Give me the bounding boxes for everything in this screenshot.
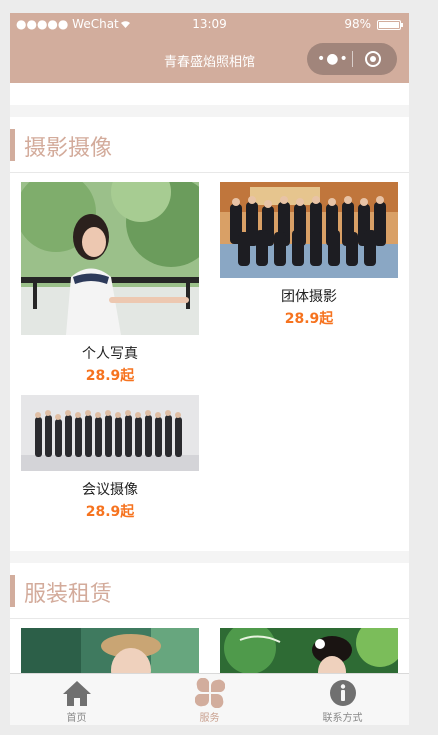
tab-home[interactable]: 首页 <box>10 674 143 725</box>
service-item-conference[interactable]: 会议摄像 28.9起 <box>21 395 199 521</box>
home-icon <box>63 681 91 706</box>
section-accent-bar <box>10 575 15 607</box>
status-bar: ●●●●● WeChat 13:09 98% <box>10 13 409 35</box>
gap-band <box>10 551 409 563</box>
clover-icon <box>195 678 225 708</box>
gap-band <box>10 105 409 117</box>
portrait-photo <box>21 182 199 335</box>
main-content: 摄影摄像 个人写真 28.9起 团体摄影 28.9起 会议摄像 28.9起 服装… <box>10 83 409 673</box>
section-header-photography: 摄影摄像 <box>10 117 409 173</box>
service-price: 28.9起 <box>284 311 334 327</box>
battery-fill <box>379 22 399 28</box>
section-header-costume: 服装租赁 <box>10 563 409 619</box>
costume-photo-2[interactable] <box>220 628 398 673</box>
battery-icon <box>377 20 403 30</box>
tab-label: 服务 <box>199 713 220 724</box>
capsule-divider <box>352 51 353 67</box>
navigation-bar: 青春盛焰照相馆 •●• <box>10 35 409 83</box>
section-title: 服装租赁 <box>24 582 113 607</box>
info-icon <box>330 680 356 706</box>
tab-label: 联系方式 <box>322 713 363 724</box>
conference-photo <box>21 395 199 471</box>
service-name: 会议摄像 <box>82 482 138 498</box>
service-name: 团体摄影 <box>281 289 337 305</box>
phone-frame: ●●●●● WeChat 13:09 98% 青春盛焰照相馆 •●• 摄影摄像 <box>10 13 409 725</box>
top-spacer <box>10 83 409 105</box>
section-accent-bar <box>10 129 15 161</box>
battery-percent: 98% <box>344 17 371 31</box>
miniprogram-capsule: •●• <box>307 43 397 75</box>
service-item-portrait[interactable]: 个人写真 28.9起 <box>21 182 199 385</box>
more-icon[interactable]: •●• <box>317 49 348 69</box>
service-price: 28.9起 <box>85 504 135 520</box>
tab-contact[interactable]: 联系方式 <box>276 674 409 725</box>
group-photo <box>220 182 398 278</box>
costume-photo-1[interactable] <box>21 628 199 673</box>
close-target-icon[interactable] <box>365 51 381 67</box>
tab-bar: 首页 服务 联系方式 <box>10 673 409 725</box>
service-price: 28.9起 <box>85 368 135 384</box>
service-item-group[interactable]: 团体摄影 28.9起 <box>220 182 398 328</box>
tab-label: 首页 <box>66 713 87 724</box>
section-title: 摄影摄像 <box>24 136 113 161</box>
service-name: 个人写真 <box>82 346 138 362</box>
costume-grid <box>10 619 409 673</box>
service-grid: 个人写真 28.9起 团体摄影 28.9起 会议摄像 28.9起 <box>10 173 409 551</box>
tab-services[interactable]: 服务 <box>143 674 276 725</box>
